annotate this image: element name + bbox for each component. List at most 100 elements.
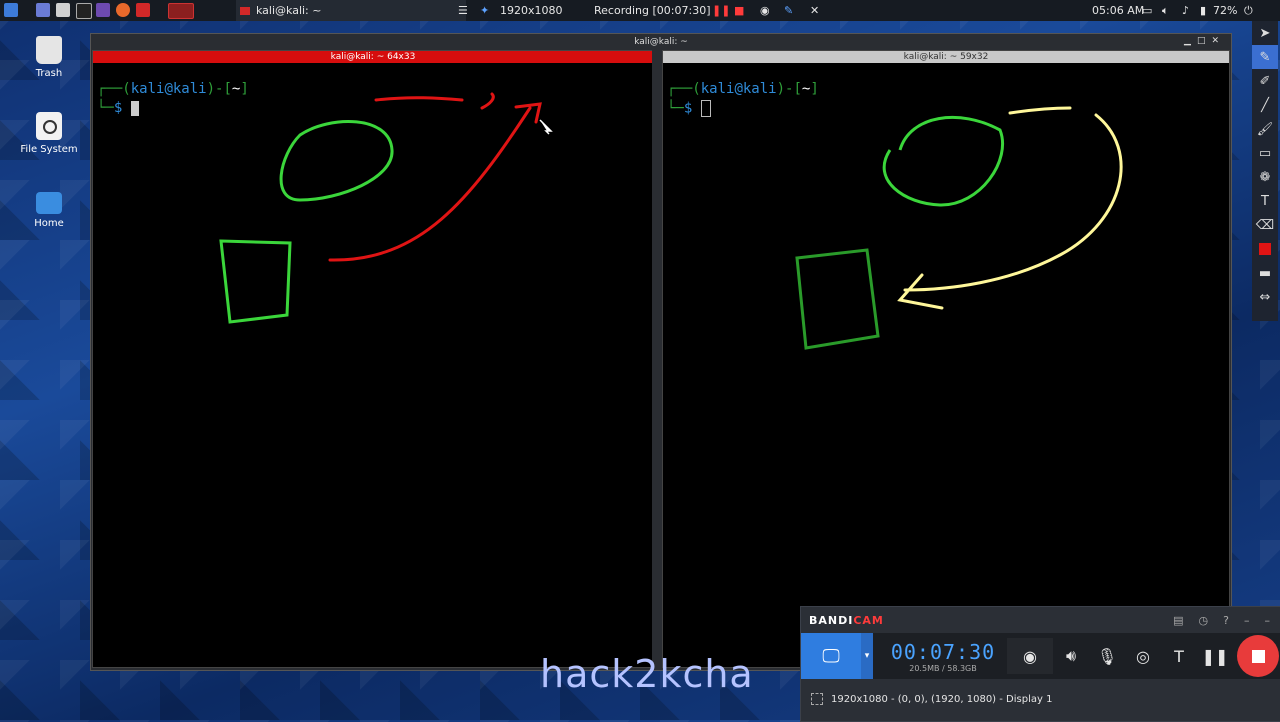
pen-tool-icon[interactable]: ✎ bbox=[1252, 45, 1278, 69]
text-tool-icon[interactable]: T bbox=[1252, 189, 1278, 213]
notification-icon[interactable]: ♪ bbox=[1182, 0, 1189, 21]
screen-mode-button[interactable]: 🖵︎ bbox=[801, 633, 861, 679]
battery-percent: 72% bbox=[1213, 4, 1238, 17]
prompt-user: kali bbox=[130, 81, 165, 97]
minimize-icon[interactable]: – bbox=[1244, 614, 1251, 627]
bandicam-panel: BANDI CAM ▤ ◷ ? – – 🖵︎ ▾ 00:07:30 20.5MB … bbox=[800, 606, 1280, 722]
app-icon[interactable] bbox=[136, 3, 150, 17]
stop-icon[interactable]: ■ bbox=[734, 0, 744, 21]
bandicam-brand-a: BANDI bbox=[809, 613, 854, 627]
region-info: 1920x1080 - (0, 0), (1920, 1080) - Displ… bbox=[831, 693, 1053, 705]
clock-icon[interactable]: ◷ bbox=[1199, 614, 1210, 627]
region-icon bbox=[811, 693, 823, 705]
cursor-outline bbox=[700, 100, 711, 117]
bandicam-controls: 🖵︎ ▾ 00:07:30 20.5MB / 58.3GB ◉ 🔊︎ 🎙︎ ◎ … bbox=[801, 633, 1280, 679]
pause-icon[interactable]: ❚❚ bbox=[1197, 638, 1233, 674]
camera-icon[interactable]: ◉ bbox=[760, 0, 770, 21]
cursor-block bbox=[130, 100, 139, 116]
prompt-symbol: $ bbox=[683, 100, 693, 117]
trash-icon bbox=[36, 36, 62, 64]
disk-icon bbox=[36, 112, 62, 140]
close-icon[interactable]: ✕ bbox=[1211, 36, 1225, 46]
desktop-icon-label: File System bbox=[20, 144, 78, 155]
marker-icon[interactable]: ✐ bbox=[1252, 69, 1278, 93]
prompt-user: kali bbox=[700, 81, 735, 97]
stop-recording-button[interactable] bbox=[1237, 635, 1279, 677]
menu-icon[interactable]: ☰ bbox=[458, 0, 468, 21]
display-icon[interactable]: ▭ bbox=[1142, 0, 1152, 21]
prompt-input-right[interactable]: └─$ bbox=[667, 100, 711, 117]
prompt-host: kali bbox=[742, 81, 777, 97]
pane-title-left: kali@kali: ~ 64x33 bbox=[93, 51, 653, 63]
maximize-icon[interactable]: □ bbox=[1197, 36, 1212, 46]
help-icon[interactable]: ? bbox=[1223, 614, 1230, 627]
desktop-icon-trash[interactable]: Trash bbox=[20, 36, 78, 79]
lock-icon[interactable]: ⏻ bbox=[1244, 0, 1253, 21]
prompt-host: kali bbox=[172, 81, 207, 97]
file-size: 20.5MB / 58.3GB bbox=[909, 663, 977, 673]
eraser-icon[interactable]: ⌫ bbox=[1252, 213, 1278, 237]
terminal-pane-right[interactable]: kali@kali: ~ 59x32 ┌──(kali@kali)-[~] └─… bbox=[662, 50, 1230, 668]
desktop-icon-label: Trash bbox=[35, 68, 63, 79]
bandicam-status: 1920x1080 - (0, 0), (1920, 1080) - Displ… bbox=[801, 679, 1280, 719]
terminal-pane-left[interactable]: kali@kali: ~ 64x33 ┌──(kali@kali)-[~] └─… bbox=[92, 50, 654, 668]
brush-icon[interactable]: 🖌︎ bbox=[1252, 117, 1278, 141]
kali-menu-icon[interactable] bbox=[4, 3, 18, 17]
pause-icon[interactable]: ❚❚ bbox=[712, 0, 730, 21]
battery-icon[interactable]: ▮ bbox=[1200, 0, 1206, 21]
taskbar-window-button[interactable]: kali@kali: ~ bbox=[236, 0, 466, 21]
speaker-icon[interactable]: 🔊︎ bbox=[1053, 638, 1089, 674]
prompt-input-left[interactable]: └─$ bbox=[97, 100, 139, 116]
firefox-icon[interactable] bbox=[116, 3, 130, 17]
bandicam-header: BANDI CAM ▤ ◷ ? – – bbox=[801, 607, 1280, 633]
webcam-icon[interactable]: ◉ bbox=[1007, 638, 1053, 674]
recording-label: Recording [00:07:30] bbox=[594, 4, 711, 17]
pane-divider[interactable] bbox=[652, 50, 662, 666]
desktop-icon-file-system[interactable]: File System bbox=[20, 112, 78, 155]
terminal-icon[interactable] bbox=[76, 3, 92, 19]
drawing-toolbar: ➤ ✎ ✐ ╱ 🖌︎ ▭ ❁ T ⌫ ▬ ⇔ bbox=[1252, 21, 1278, 321]
window-controls: ▁□✕ bbox=[1184, 36, 1225, 46]
text-overlay-icon[interactable]: T bbox=[1161, 638, 1197, 674]
prompt-at: @ bbox=[164, 81, 173, 97]
top-taskbar: kali@kali: ~ ☰ ✦ 1920x1080 Recording [00… bbox=[0, 0, 1280, 21]
folder-icon[interactable]: ▤ bbox=[1173, 614, 1184, 627]
timer: 00:07:30 bbox=[890, 639, 996, 664]
pin-icon[interactable]: ✦ bbox=[480, 0, 489, 21]
stop-icon bbox=[1251, 649, 1265, 663]
minimize-icon[interactable]: ▁ bbox=[1184, 36, 1197, 46]
palette-icon[interactable]: ❁ bbox=[1252, 165, 1278, 189]
prompt-line-right: ┌──(kali@kali)-[~] bbox=[667, 81, 819, 97]
desktop-icon-label: Home bbox=[34, 218, 64, 229]
line-icon[interactable]: ╱ bbox=[1252, 93, 1278, 117]
timer-block: 00:07:30 20.5MB / 58.3GB bbox=[879, 640, 1007, 673]
active-window-icon[interactable] bbox=[168, 3, 194, 19]
volume-icon[interactable]: 🔈︎ bbox=[1162, 0, 1169, 21]
stroke-width-icon[interactable]: ▬ bbox=[1252, 261, 1278, 285]
select-arrow-icon[interactable]: ➤ bbox=[1252, 21, 1278, 45]
rectangle-icon[interactable]: ▭ bbox=[1252, 141, 1278, 165]
close-icon[interactable]: ✕ bbox=[810, 0, 819, 21]
resolution-label: 1920x1080 bbox=[500, 4, 563, 17]
clock: 05:06 AM bbox=[1092, 4, 1145, 17]
home-folder-icon bbox=[36, 192, 62, 214]
prompt-line-left: ┌──(kali@kali)-[~] bbox=[97, 81, 249, 97]
window-icon bbox=[240, 6, 250, 15]
microphone-icon[interactable]: 🎙︎ bbox=[1089, 638, 1125, 674]
close-icon[interactable]: – bbox=[1265, 614, 1272, 627]
color-swatch[interactable] bbox=[1252, 237, 1278, 261]
prompt-at: @ bbox=[734, 81, 743, 97]
workspace-icon[interactable] bbox=[36, 3, 50, 17]
files-icon[interactable] bbox=[56, 3, 70, 17]
pane-title-right: kali@kali: ~ 59x32 bbox=[663, 51, 1229, 63]
pen-icon[interactable]: ✎ bbox=[784, 0, 793, 21]
desktop-icon-home[interactable]: Home bbox=[20, 192, 78, 229]
expand-arrows-icon[interactable]: ⇔ bbox=[1252, 285, 1278, 309]
watermark-text: hack2kcha bbox=[540, 652, 754, 696]
taskbar-window-label: kali@kali: ~ bbox=[256, 4, 322, 17]
chevron-down-icon[interactable]: ▾ bbox=[861, 633, 873, 679]
bandicam-brand-b: CAM bbox=[853, 613, 884, 627]
cursor-effect-icon[interactable]: ◎ bbox=[1125, 638, 1161, 674]
settings-icon[interactable] bbox=[96, 3, 110, 17]
window-title: kali@kali: ~ bbox=[634, 37, 688, 47]
